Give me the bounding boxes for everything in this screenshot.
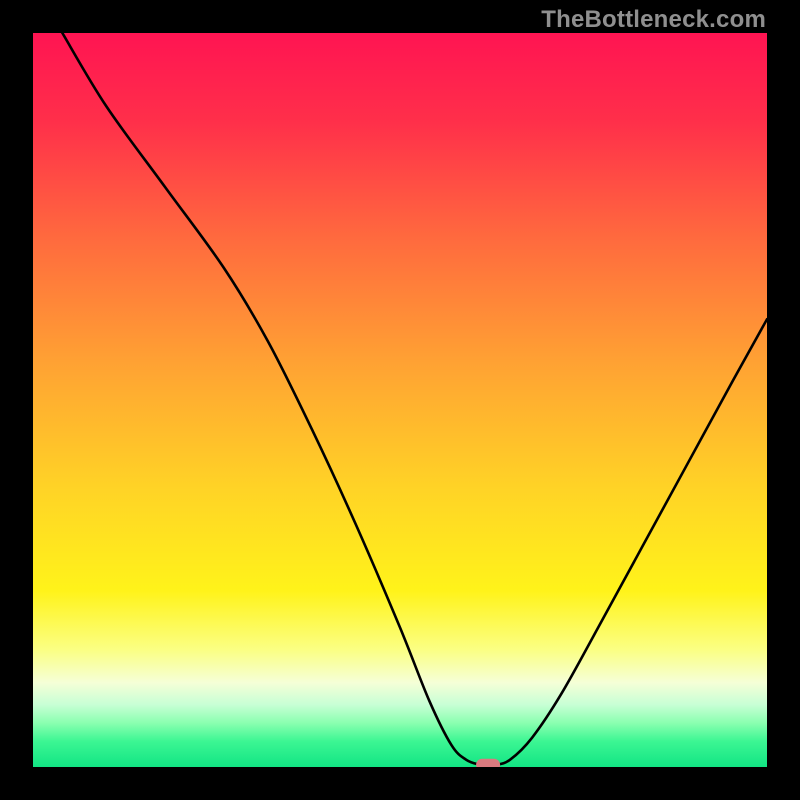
bottleneck-curve — [33, 33, 767, 767]
watermark-text: TheBottleneck.com — [541, 6, 766, 34]
plot-area — [33, 33, 767, 767]
chart-frame: TheBottleneck.com — [0, 0, 800, 800]
